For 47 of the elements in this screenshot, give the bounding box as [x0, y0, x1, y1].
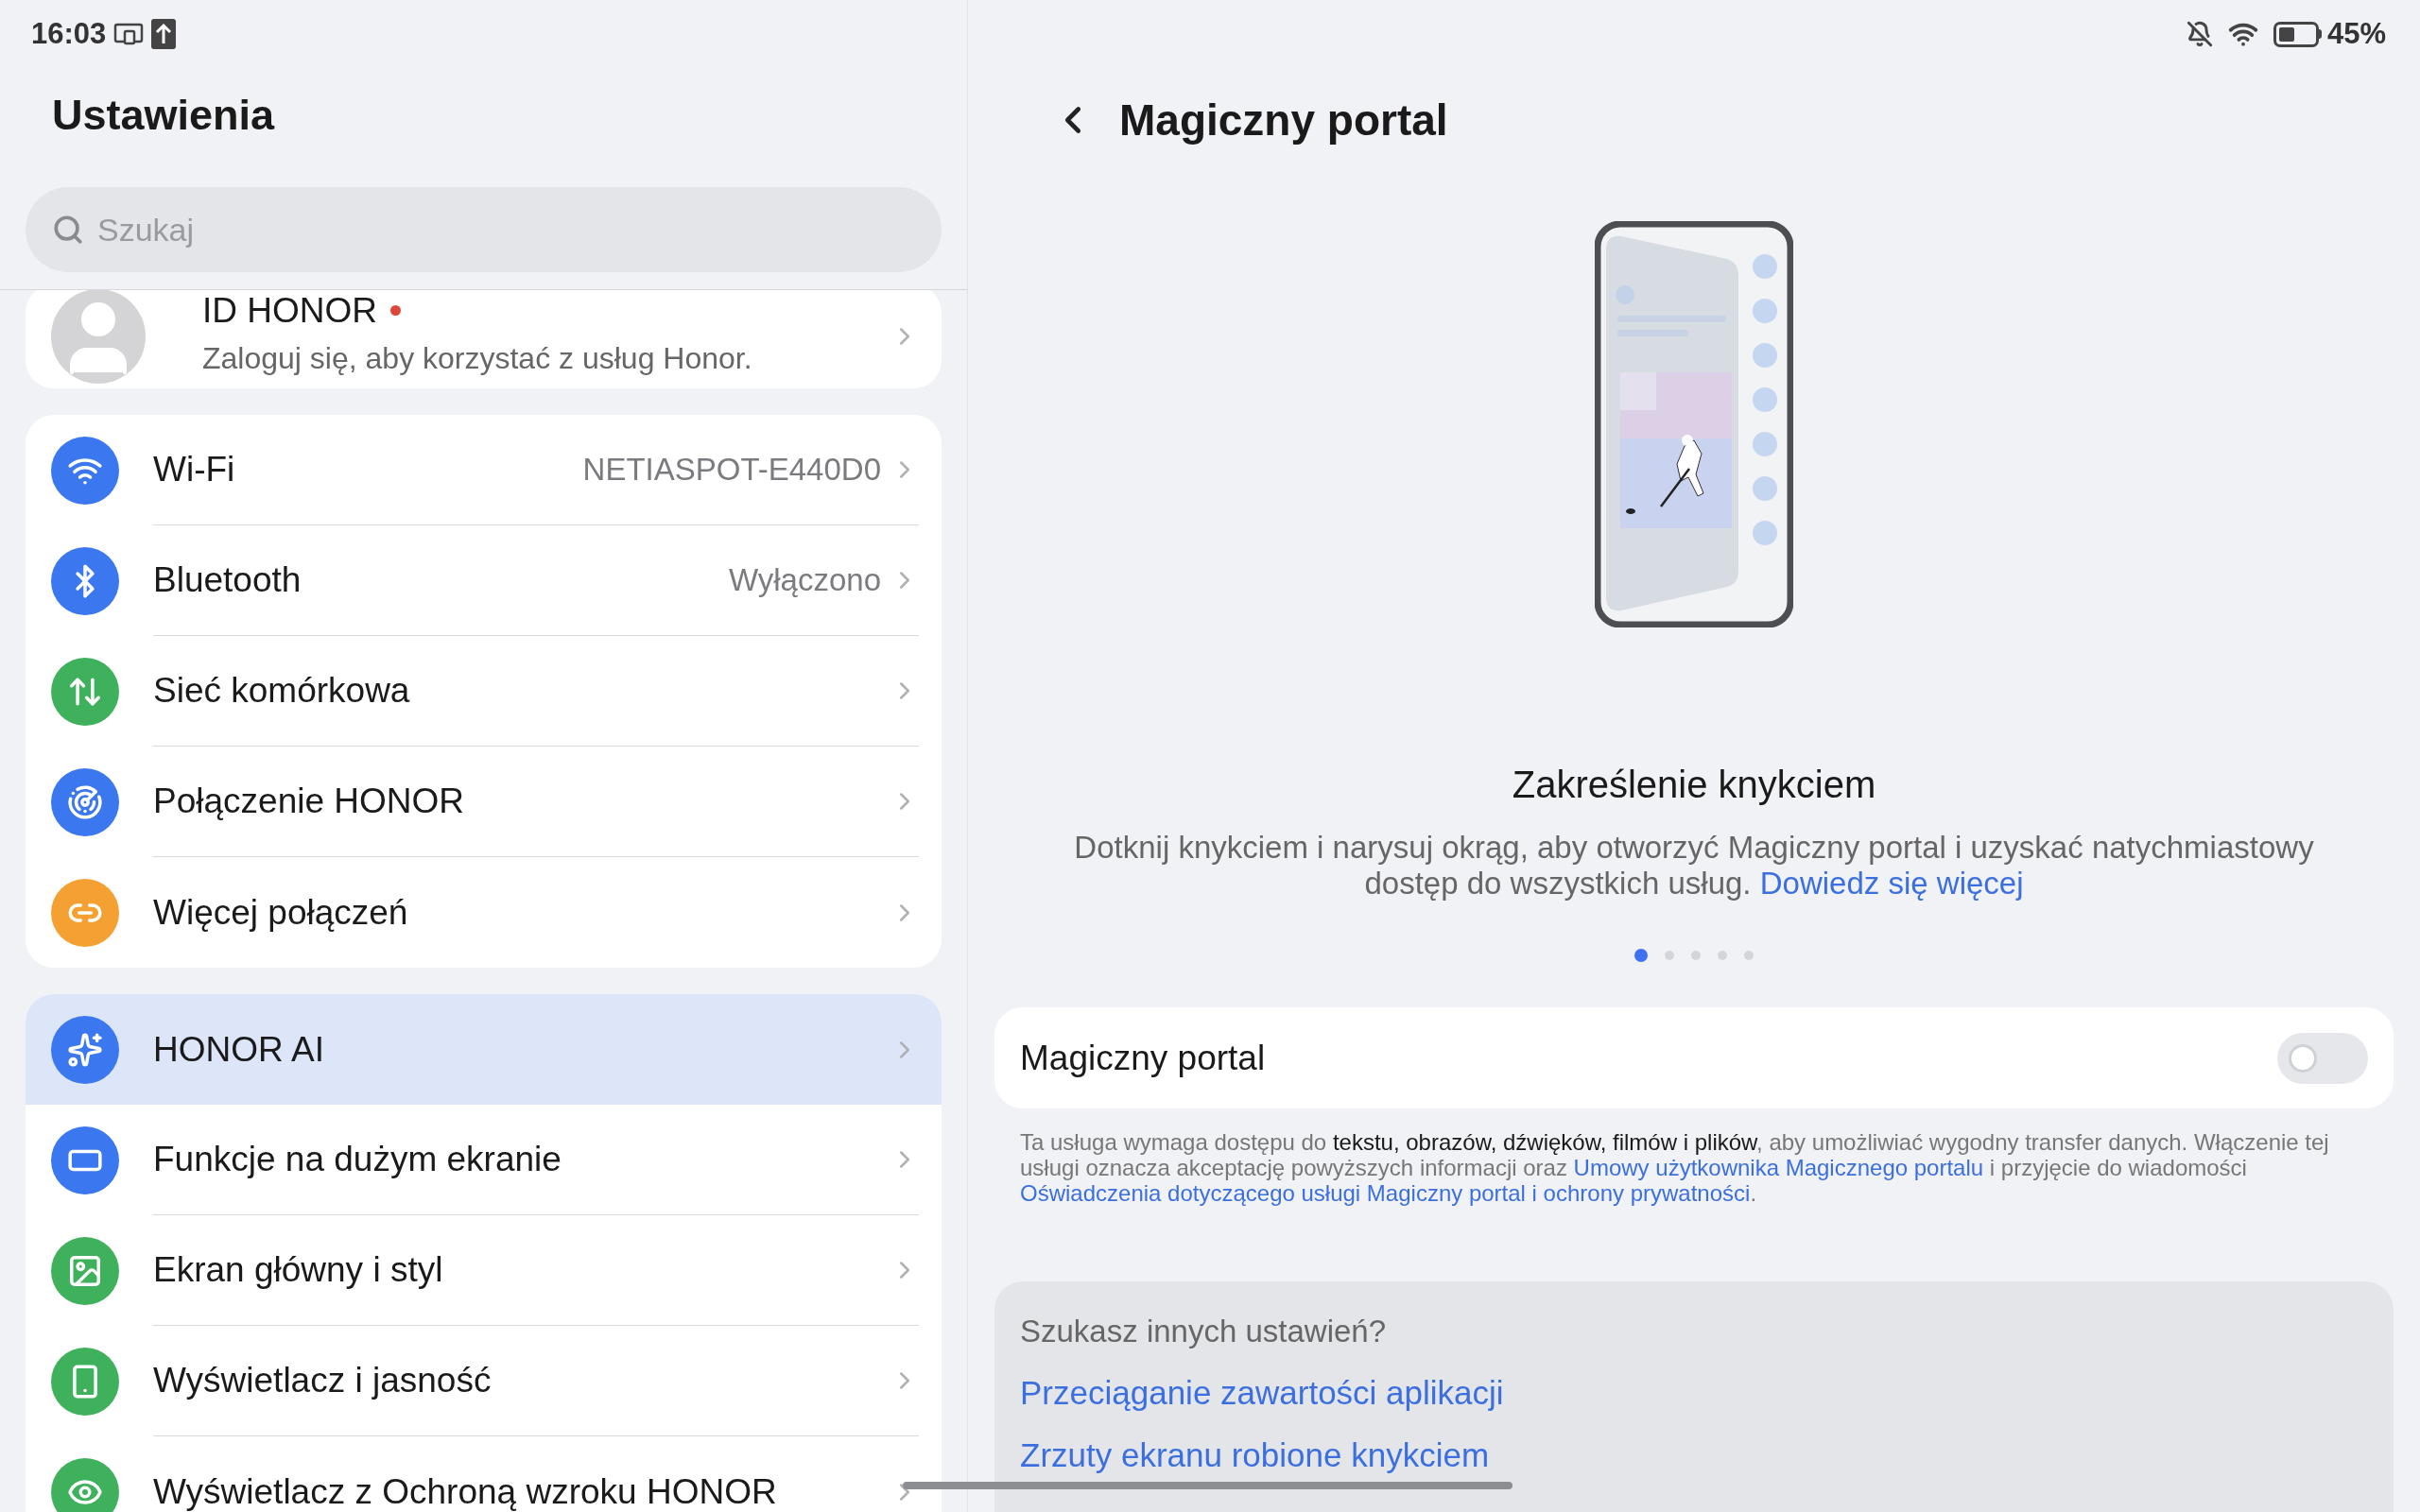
related-link[interactable]: Przeciąganie zawartości aplikacji: [1020, 1367, 2368, 1418]
settings-item[interactable]: Wyświetlacz z Ochroną wzroku HONOR: [26, 1436, 942, 1512]
legal-notice: Ta usługa wymaga dostępu do tekstu, obrazów, dźwięków, filmów i plików, aby umożliwiać wygodny transfer danych. Włączenie tej usługi oznacza akceptację powyższych informacji oraz Umowy użytkownika Magicznego portalu i przyjęcie do wiadomości Oświadczenia dotyczącego usługi Magiczny portal i ochrony prywatności.: [1019, 1129, 2330, 1206]
account-subtitle: Zaloguj się, aby korzystać z usług Honor.: [202, 339, 753, 377]
settings-item[interactable]: Ekran główny i styl: [26, 1215, 942, 1326]
settings-item[interactable]: Bluetooth Wyłączono: [26, 525, 942, 636]
detail-title: Magiczny portal: [1119, 94, 1448, 146]
toggle-switch[interactable]: [2277, 1032, 2368, 1084]
item-label: Wyświetlacz z Ochroną wzroku HONOR: [153, 1470, 778, 1512]
item-label: Wi-Fi: [153, 449, 236, 491]
item-label: Funkcje na dużym ekranie: [153, 1139, 562, 1181]
search-field[interactable]: Szukaj: [26, 187, 942, 272]
item-label: Wyświetlacz i jasność: [153, 1360, 493, 1402]
item-value: Wyłączono: [728, 561, 881, 600]
battery-percent: 45%: [2326, 15, 2386, 52]
item-label: Bluetooth: [153, 559, 302, 602]
account-card[interactable]: ID HONOR Zaloguj się, aby korzystać z usług Honor.: [26, 290, 942, 388]
battery-icon: [2273, 21, 2322, 47]
item-label: HONOR AI: [153, 1028, 325, 1071]
item-value: NETIASPOT-E440D0: [582, 451, 881, 490]
related-link[interactable]: Zrzuty ekranu robione knykciem: [1020, 1431, 2368, 1481]
item-label: Więcej połączeń: [153, 891, 409, 934]
slide-title: Zakreślenie knykciem: [1512, 763, 1876, 807]
settings-item[interactable]: Wyświetlacz i jasność: [26, 1326, 942, 1436]
item-label: Ekran główny i styl: [153, 1249, 444, 1292]
settings-item[interactable]: HONOR AI: [26, 994, 942, 1105]
settings-item[interactable]: Wi-Fi NETIASPOT-E440D0: [26, 415, 942, 525]
page-title: Ustawienia: [52, 90, 275, 142]
related-title: Szukasz innych ustawień?: [1020, 1313, 1388, 1350]
bell-off-icon: [2186, 21, 2213, 47]
settings-item[interactable]: Więcej połączeń: [26, 857, 942, 968]
slide-description: Dotknij knykciem i narysuj okrąg, aby otworzyć Magiczny portal i uzyskać natychmiastowy dostęp do wszystkich usług. Dowiedz się więcej: [1073, 830, 2315, 902]
upload-icon: [151, 19, 177, 49]
search-icon: [52, 214, 84, 246]
status-time: 16:03: [31, 15, 107, 52]
home-indicator[interactable]: [903, 1482, 1512, 1489]
legal-link[interactable]: Oświadczenia dotyczącego usługi Magiczny portal i ochrony prywatności: [1020, 1180, 1751, 1206]
cast-icon: [113, 22, 145, 46]
account-title: ID HONOR: [202, 292, 377, 328]
item-label: Połączenie HONOR: [153, 781, 465, 823]
settings-item[interactable]: Sieć komórkowa: [26, 636, 942, 747]
settings-item[interactable]: Połączenie HONOR: [26, 747, 942, 857]
legal-link[interactable]: Umowy użytkownika Magicznego portalu: [1573, 1155, 1984, 1180]
settings-item[interactable]: Funkcje na dużym ekranie: [26, 1105, 942, 1215]
toggle-label: Magiczny portal: [1020, 1037, 1267, 1079]
learn-more-link[interactable]: Dowiedz się więcej: [1759, 866, 2024, 901]
item-label: Sieć komórkowa: [153, 670, 411, 713]
